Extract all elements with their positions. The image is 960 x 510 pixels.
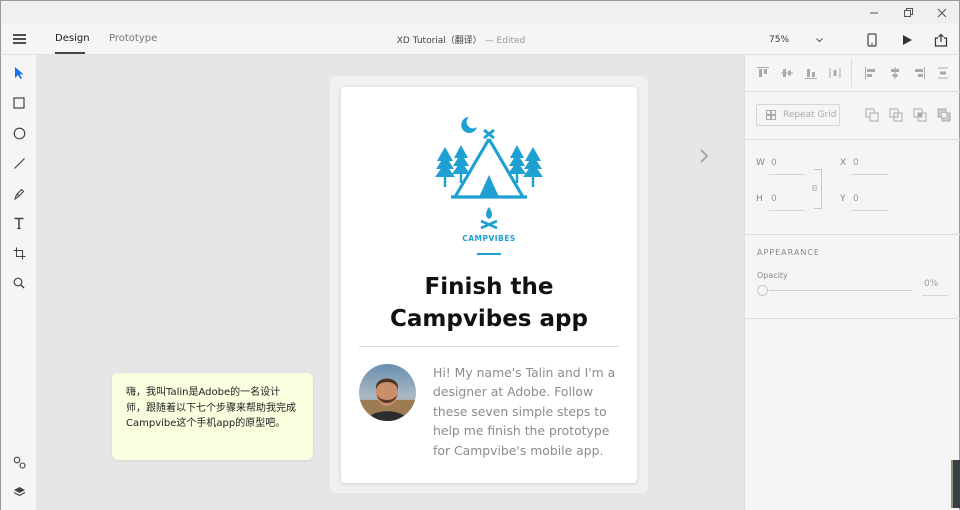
minimize-button[interactable] xyxy=(857,1,891,25)
align-left-icon[interactable] xyxy=(864,66,878,80)
repeat-grid-button[interactable]: Repeat Grid xyxy=(756,104,840,126)
ellipse-icon[interactable] xyxy=(10,124,28,142)
lock-icon[interactable] xyxy=(812,185,817,191)
close-button[interactable] xyxy=(925,1,959,25)
appearance-heading: APPEARANCE xyxy=(757,248,820,257)
device-preview-icon[interactable] xyxy=(864,32,880,48)
zoom-icon[interactable] xyxy=(10,274,28,292)
align-separator xyxy=(851,59,852,87)
width-label: W xyxy=(756,158,765,168)
line-icon[interactable] xyxy=(10,154,28,172)
align-center-icon[interactable] xyxy=(888,66,902,80)
x-field[interactable]: 0 xyxy=(853,158,859,168)
zoom-value: 75% xyxy=(769,35,790,45)
height-field[interactable]: 0 xyxy=(771,194,777,204)
width-underline xyxy=(769,174,805,175)
campvibes-logo-icon xyxy=(435,117,543,230)
app-menubar: Design Prototype XD Tutorial（翻译） — Edite… xyxy=(0,24,960,55)
distribute-horizontal-icon[interactable] xyxy=(828,66,842,80)
opacity-field[interactable]: 0% xyxy=(924,279,938,289)
height-label: H xyxy=(756,194,763,204)
artboard-headline: Finish the Campvibes app xyxy=(341,271,637,335)
headline-line-1: Finish the xyxy=(424,274,554,300)
height-underline xyxy=(769,210,805,211)
boolean-exclude-icon[interactable] xyxy=(937,108,951,122)
brand-wordmark: CAMPVIBES xyxy=(462,234,516,243)
taskbar-edge xyxy=(951,460,960,508)
document-status: — Edited xyxy=(484,36,526,46)
appearance-divider xyxy=(745,234,960,235)
align-middle-icon[interactable] xyxy=(780,66,794,80)
select-icon[interactable] xyxy=(10,64,28,82)
window-controls xyxy=(857,1,959,25)
align-top-icon[interactable] xyxy=(756,66,770,80)
opacity-label: Opacity xyxy=(757,271,788,280)
minimize-icon xyxy=(870,12,878,14)
appearance-end-divider xyxy=(745,318,960,319)
chevron-down-icon xyxy=(816,37,823,42)
artboard-icon[interactable] xyxy=(10,244,28,262)
section-divider xyxy=(359,346,619,347)
brand-underline xyxy=(477,253,501,255)
width-field[interactable]: 0 xyxy=(771,158,777,168)
tools-toolbar xyxy=(0,55,37,510)
opacity-slider-handle[interactable] xyxy=(757,285,768,296)
chevron-right-icon[interactable] xyxy=(696,147,712,165)
restore-icon xyxy=(904,8,913,17)
align-bottom-icon[interactable] xyxy=(804,66,818,80)
repeat-grid-label: Repeat Grid xyxy=(783,110,837,120)
y-underline xyxy=(851,210,889,211)
artboard[interactable]: CAMPVIBES Finish the Campvibes app Hi! M… xyxy=(341,87,637,483)
align-section xyxy=(745,55,960,92)
symbols-icon[interactable] xyxy=(10,453,28,471)
y-label: Y xyxy=(840,194,846,204)
x-underline xyxy=(851,174,889,175)
designer-bio: Hi! My name's Talin and I'm a designer a… xyxy=(433,365,616,458)
align-right-icon[interactable] xyxy=(912,66,926,80)
y-field[interactable]: 0 xyxy=(853,194,859,204)
repeat-section xyxy=(745,92,960,93)
play-icon[interactable] xyxy=(899,32,915,48)
boolean-subtract-icon[interactable] xyxy=(889,108,903,122)
avatar xyxy=(359,364,416,421)
zoom-select[interactable]: 75% xyxy=(767,32,825,48)
design-canvas[interactable]: CAMPVIBES Finish the Campvibes app Hi! M… xyxy=(37,55,744,510)
transform-divider xyxy=(745,139,960,140)
opacity-underline xyxy=(922,295,948,296)
active-tab-indicator xyxy=(55,52,85,54)
property-inspector: Repeat Grid W 0 H 0 X 0 Y 0 APPEARANCE O… xyxy=(744,55,960,510)
distribute-vertical-icon[interactable] xyxy=(936,66,950,80)
share-icon[interactable] xyxy=(933,32,949,48)
document-name: XD Tutorial（翻译） xyxy=(396,36,482,46)
restore-button[interactable] xyxy=(891,1,925,25)
window-titlebar xyxy=(0,0,960,24)
text-icon[interactable] xyxy=(10,214,28,232)
close-icon xyxy=(937,8,947,18)
repeat-grid-icon xyxy=(766,110,776,120)
rectangle-icon[interactable] xyxy=(10,94,28,112)
x-label: X xyxy=(840,158,847,168)
boolean-add-icon[interactable] xyxy=(865,108,879,122)
headline-line-2: Campvibes app xyxy=(390,306,588,332)
opacity-slider-track[interactable] xyxy=(769,290,912,291)
translation-note: 嗨，我叫Talin是Adobe的一名设计师，跟随着以下七个步骤来帮助我完成Cam… xyxy=(112,373,313,460)
pen-icon[interactable] xyxy=(10,184,28,202)
layers-icon[interactable] xyxy=(10,483,28,501)
boolean-intersect-icon[interactable] xyxy=(913,108,927,122)
